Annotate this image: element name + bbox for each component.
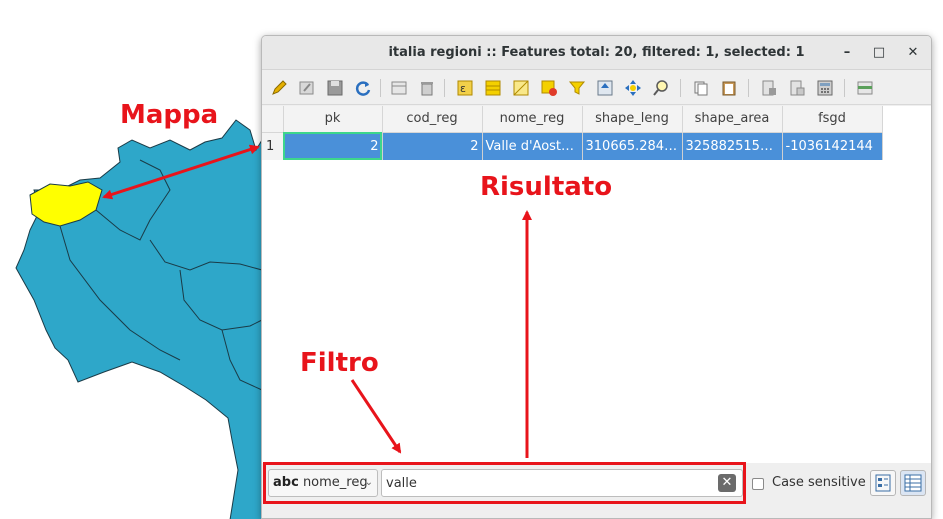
pan-to-selection-icon[interactable] [624,79,642,97]
toolbar-separator [748,79,749,97]
form-view-button[interactable] [870,470,896,496]
delete-icon[interactable] [418,79,436,97]
form-view-icon [875,474,891,492]
table-cell-shape-leng[interactable]: 310665.284… [582,132,683,160]
minimize-button[interactable]: – [836,42,858,64]
column-header-nome-reg[interactable]: nome_reg [482,106,583,133]
case-sensitive-checkbox[interactable] [752,478,764,490]
attribute-table-window: italia regioni :: Features total: 20, fi… [261,35,932,519]
svg-text:ε: ε [460,82,466,95]
invert-selection-icon[interactable] [512,79,530,97]
column-header-cod-reg[interactable]: cod_reg [382,106,483,133]
attribute-toolbar: ε [262,71,931,105]
maximize-button[interactable]: □ [868,42,890,64]
annotation-risultato: Risultato [480,172,613,202]
reload-icon[interactable] [354,79,372,97]
field-calculator-icon[interactable] [816,79,834,97]
copy-icon[interactable] [692,79,710,97]
toolbar-separator [444,79,445,97]
table-cell-shape-area[interactable]: 325882515… [682,132,783,160]
column-header-fsgd[interactable]: fsgd [782,106,883,133]
save-icon[interactable] [326,79,344,97]
screenshot-stage: italia regioni :: Features total: 20, fi… [0,0,943,519]
table-row[interactable]: 1 2 2 Valle d'Aost… 310665.284… 32588251… [262,132,883,160]
toolbar-separator [844,79,845,97]
toolbar-separator [680,79,681,97]
attribute-table[interactable]: pk cod_reg nome_reg shape_leng shape_are… [262,106,931,463]
filter-icon[interactable] [568,79,586,97]
select-expression-icon[interactable]: ε [456,79,474,97]
table-view-button[interactable] [900,470,926,496]
table-cell-fsgd[interactable]: -1036142144 [782,132,883,160]
window-titlebar: italia regioni :: Features total: 20, fi… [262,36,931,70]
table-view-icon [904,474,922,492]
close-button[interactable]: ✕ [902,42,924,64]
table-corner[interactable] [262,106,284,133]
column-header-shape-leng[interactable]: shape_leng [582,106,683,133]
table-cell-nome-reg[interactable]: Valle d'Aost… [482,132,583,160]
paste-icon[interactable] [720,79,738,97]
case-sensitive-label: Case sensitive [772,475,866,490]
table-grid: pk cod_reg nome_reg shape_leng shape_are… [262,106,883,160]
new-feature-icon[interactable] [390,79,408,97]
delete-field-icon[interactable] [760,79,778,97]
annotation-mappa: Mappa [120,100,219,130]
map-landmass [15,119,271,519]
filter-highlight-box [263,462,746,504]
table-cell-pk[interactable]: 2 [283,132,383,160]
conditional-formatting-icon[interactable] [856,79,874,97]
annotation-filtro: Filtro [300,348,379,378]
move-selection-top-icon[interactable] [596,79,614,97]
row-number[interactable]: 1 [262,132,284,160]
window-title: italia regioni :: Features total: 20, fi… [388,45,805,60]
column-header-pk[interactable]: pk [283,106,383,133]
select-all-icon[interactable] [484,79,502,97]
deselect-icon[interactable] [540,79,558,97]
edit-multiple-icon[interactable] [298,79,316,97]
table-cell-cod-reg[interactable]: 2 [382,132,483,160]
pencil-icon[interactable] [270,79,288,97]
column-header-shape-area[interactable]: shape_area [682,106,783,133]
zoom-to-selection-icon[interactable] [652,79,670,97]
new-field-icon[interactable] [788,79,806,97]
toolbar-separator [380,79,381,97]
